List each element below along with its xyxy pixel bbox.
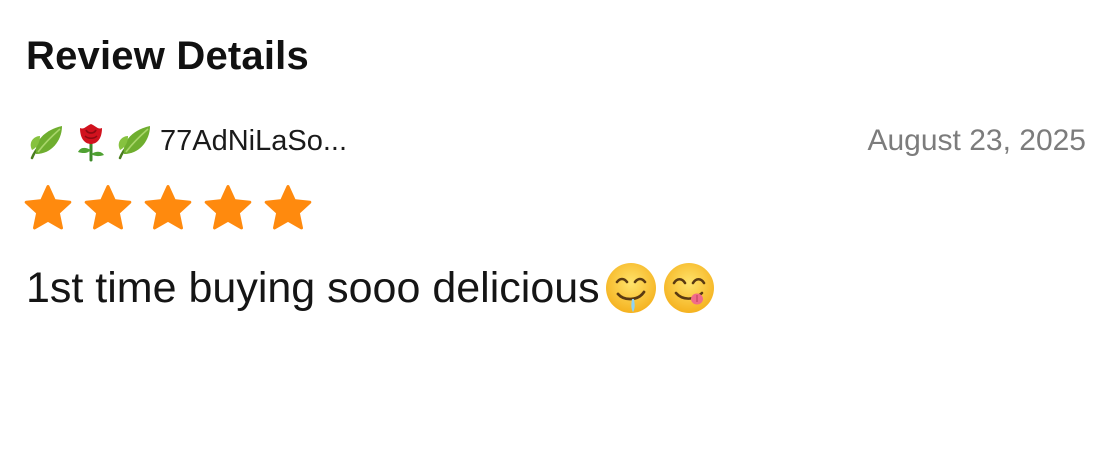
review-text: 1st time buying sooo delicious: [26, 264, 600, 312]
page-title: Review Details: [26, 34, 309, 78]
reviewer-row: 77AdNiLaSo... August 23, 2025: [26, 118, 1086, 164]
review-body: 1st time buying sooo delicious: [26, 258, 716, 318]
leaf-icon: [114, 120, 156, 162]
star-icon: [144, 184, 192, 234]
review-date: August 23, 2025: [867, 124, 1086, 157]
drooling-face-icon: [604, 261, 658, 315]
leaf-icon: [26, 120, 68, 162]
rose-icon: [70, 120, 112, 162]
star-rating: [24, 184, 312, 234]
star-icon: [24, 184, 72, 234]
star-icon: [264, 184, 312, 234]
face-savoring-food-icon: [662, 261, 716, 315]
reviewer-emoji-prefix: [26, 118, 156, 164]
star-icon: [84, 184, 132, 234]
star-icon: [204, 184, 252, 234]
reviewer-name[interactable]: 77AdNiLaSo...: [160, 124, 347, 158]
